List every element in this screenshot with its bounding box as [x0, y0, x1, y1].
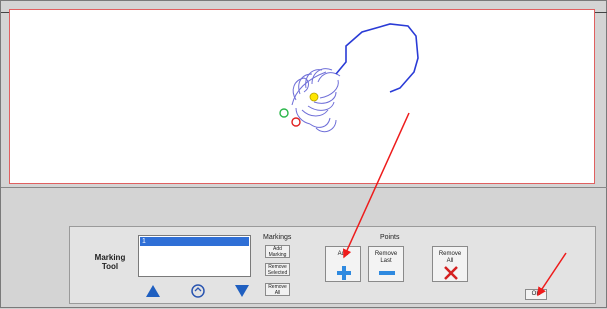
- bottom-divider: [1, 187, 607, 188]
- swap-button[interactable]: [190, 283, 206, 299]
- add-point-label: Add: [337, 251, 349, 257]
- remove-all-points-button[interactable]: Remove All: [432, 246, 468, 282]
- green-circle: [279, 108, 289, 118]
- blue-path: [335, 23, 419, 93]
- x-icon: [444, 266, 458, 280]
- remove-last-line2: Last: [380, 258, 392, 264]
- red-circle: [291, 117, 301, 127]
- tool-label-line2: Tool: [101, 262, 119, 271]
- remove-selected-button[interactable]: Remove Selected: [265, 263, 290, 276]
- ok-button[interactable]: OK: [525, 289, 547, 300]
- tool-label-line1: Marking: [94, 253, 126, 262]
- add-point-button[interactable]: Add: [325, 246, 361, 282]
- points-title: Points: [380, 234, 400, 241]
- move-down-button[interactable]: [234, 283, 250, 299]
- remove-all-line2: All: [446, 258, 454, 264]
- swap-icon: [191, 284, 205, 298]
- marking-tool-window: Marking Tool 1 Markings Add Marking Remo…: [0, 0, 607, 308]
- move-up-button[interactable]: [145, 283, 161, 299]
- down-arrow-icon: [235, 285, 249, 297]
- markings-title: Markings: [263, 234, 292, 241]
- control-panel: Marking Tool 1 Markings Add Marking Remo…: [69, 226, 596, 304]
- add-marking-button[interactable]: Add Marking: [265, 245, 290, 258]
- list-item[interactable]: 1: [140, 237, 249, 246]
- drawing-canvas[interactable]: [9, 9, 595, 184]
- markings-list[interactable]: 1: [138, 235, 251, 277]
- canvas-drawing: [279, 23, 419, 133]
- remove-all-line1: Remove: [438, 251, 462, 257]
- remove-last-label: Remove Last: [369, 251, 403, 265]
- remove-last-point-button[interactable]: Remove Last: [368, 246, 404, 282]
- minus-icon: [379, 271, 395, 275]
- up-arrow-icon: [146, 285, 160, 297]
- plus-icon: [337, 266, 351, 280]
- remove-last-line1: Remove: [374, 251, 398, 257]
- remove-all-markings-button[interactable]: Remove All: [265, 283, 290, 296]
- yellow-marker: [309, 92, 319, 102]
- marking-tool-label: Marking Tool: [80, 253, 140, 271]
- remove-all-label: Remove All: [433, 251, 467, 265]
